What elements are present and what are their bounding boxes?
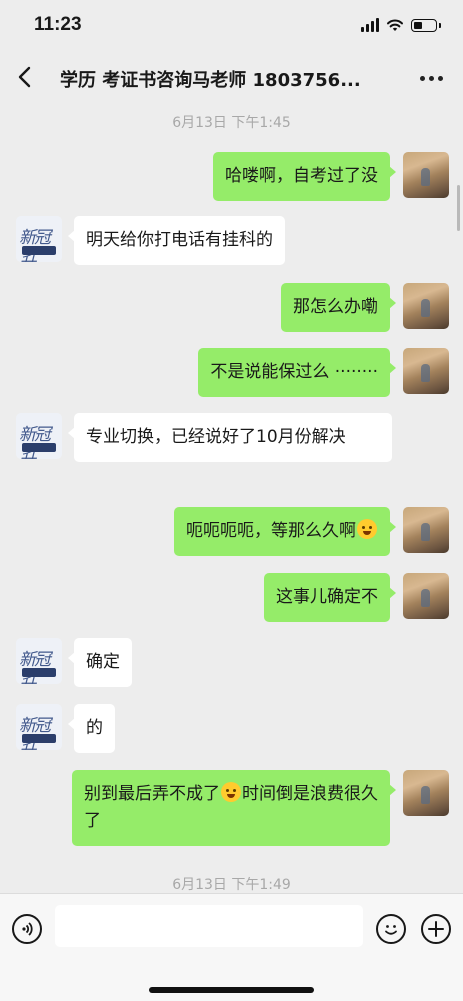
message-timestamp: 6月13日 下午1:49 bbox=[172, 877, 291, 893]
status-time: 11:23 bbox=[34, 14, 82, 35]
message-bubble-other[interactable]: 确定 bbox=[68, 638, 132, 687]
message-text: 确定 bbox=[86, 652, 120, 672]
message-text: 专业切换，已经说好了10月份解决 bbox=[86, 427, 346, 447]
message-bubble-self[interactable]: 哈喽啊，自考过了没 bbox=[213, 152, 396, 201]
smiley-face-icon bbox=[385, 925, 397, 935]
battery-icon bbox=[411, 18, 441, 32]
self-avatar[interactable] bbox=[403, 152, 449, 198]
wifi-icon bbox=[387, 19, 403, 31]
scrollbar[interactable] bbox=[457, 185, 460, 231]
message-bubble-self[interactable]: 别到最后弄不成了 时间倒是浪费很久了 bbox=[72, 770, 396, 846]
message-input[interactable] bbox=[55, 905, 363, 947]
plus-icon bbox=[428, 921, 444, 937]
message-text: 明天给你打电话有挂科的 bbox=[86, 230, 273, 250]
message-bubble-self[interactable]: 这事儿确定不 bbox=[264, 573, 396, 622]
message-bubble-self[interactable]: 呃呃呃呃，等那么久啊 bbox=[174, 507, 396, 556]
message-text: 这事儿确定不 bbox=[276, 587, 378, 607]
voice-icon bbox=[22, 922, 33, 936]
self-avatar[interactable] bbox=[403, 348, 449, 394]
message-text: 哈喽啊，自考过了没 bbox=[225, 166, 378, 186]
message-text: 呃呃呃呃，等那么久啊 bbox=[186, 521, 356, 541]
message-text: 别到最后弄不成了 bbox=[84, 784, 220, 804]
contact-avatar[interactable]: 新冠升 bbox=[16, 704, 62, 750]
self-avatar[interactable] bbox=[403, 507, 449, 553]
crying-face-emoji-icon bbox=[357, 519, 377, 539]
message-bubble-other[interactable]: 专业切换，已经说好了10月份解决 bbox=[68, 413, 392, 462]
back-arrow-icon[interactable] bbox=[14, 64, 38, 90]
chat-title: 学历 考证书咨询马老师 1803756... bbox=[60, 70, 361, 91]
contact-avatar[interactable]: 新冠升 bbox=[16, 638, 62, 684]
self-avatar[interactable] bbox=[403, 770, 449, 816]
laughing-crying-emoji-icon bbox=[221, 782, 241, 802]
cellular-signal-icon bbox=[361, 18, 379, 32]
message-text: 不是说能保过么 ········ bbox=[210, 362, 378, 382]
message-text: 的 bbox=[86, 718, 103, 738]
message-timestamp: 6月13日 下午1:45 bbox=[172, 115, 291, 131]
more-options-icon[interactable] bbox=[420, 76, 443, 81]
emoji-button[interactable] bbox=[376, 914, 406, 944]
message-text: 那怎么办嘞 bbox=[293, 297, 378, 317]
message-bubble-self[interactable]: 那怎么办嘞 bbox=[281, 283, 396, 332]
contact-avatar[interactable]: 新冠升 bbox=[16, 413, 62, 459]
message-bubble-self[interactable]: 不是说能保过么 ········ bbox=[198, 348, 396, 397]
message-bubble-other[interactable]: 明天给你打电话有挂科的 bbox=[68, 216, 285, 265]
contact-avatar[interactable]: 新冠升 bbox=[16, 216, 62, 262]
self-avatar[interactable] bbox=[403, 573, 449, 619]
voice-input-button[interactable] bbox=[12, 914, 42, 944]
home-indicator[interactable] bbox=[149, 987, 314, 993]
self-avatar[interactable] bbox=[403, 283, 449, 329]
more-functions-button[interactable] bbox=[421, 914, 451, 944]
input-bar bbox=[0, 893, 463, 1001]
message-bubble-other[interactable]: 的 bbox=[68, 704, 115, 753]
status-bar: 11:23 bbox=[0, 0, 463, 52]
nav-bar: 学历 考证书咨询马老师 1803756... bbox=[0, 52, 463, 104]
